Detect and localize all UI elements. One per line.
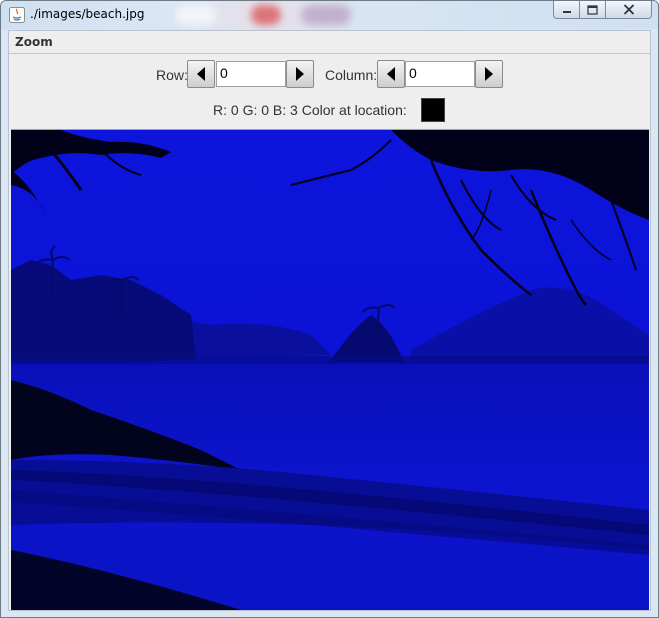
minimize-icon	[562, 10, 571, 13]
row-input[interactable]: 0	[216, 61, 286, 87]
column-prev-button[interactable]	[377, 60, 405, 88]
column-next-button[interactable]	[475, 60, 503, 88]
menu-zoom[interactable]: Zoom	[15, 35, 53, 49]
pixel-color-text: R: 0 G: 0 B: 3 Color at location:	[213, 102, 407, 118]
triangle-right-icon	[485, 67, 493, 81]
menu-bar: Zoom	[9, 31, 650, 54]
close-icon	[623, 4, 634, 15]
window-controls	[553, 1, 652, 19]
java-icon	[9, 7, 25, 23]
pixel-info-row: R: 0 G: 0 B: 3 Color at location:	[9, 97, 650, 123]
window-title: ./images/beach.jpg	[30, 7, 145, 21]
column-label: Column:	[325, 67, 378, 83]
window-content: Zoom Row: 0 Column: 0 R: 0 G: 0 B: 3 Col…	[8, 30, 651, 611]
row-label: Row:	[156, 67, 188, 83]
app-window: ./images/beach.jpg Zoom Row: 0 Column: 0…	[0, 0, 659, 618]
navigation-controls: Row: 0 Column: 0	[9, 59, 650, 89]
image-display[interactable]	[11, 129, 649, 610]
column-input[interactable]: 0	[405, 61, 475, 87]
triangle-right-icon	[296, 67, 304, 81]
row-prev-button[interactable]	[187, 60, 215, 88]
maximize-button[interactable]	[580, 1, 606, 19]
close-button[interactable]	[606, 1, 652, 19]
triangle-left-icon	[197, 67, 205, 81]
maximize-icon	[587, 4, 598, 15]
triangle-left-icon	[387, 67, 395, 81]
color-swatch	[421, 98, 445, 122]
row-next-button[interactable]	[286, 60, 314, 88]
minimize-button[interactable]	[553, 1, 580, 19]
beach-image	[11, 130, 649, 610]
title-bar[interactable]: ./images/beach.jpg	[1, 1, 658, 29]
